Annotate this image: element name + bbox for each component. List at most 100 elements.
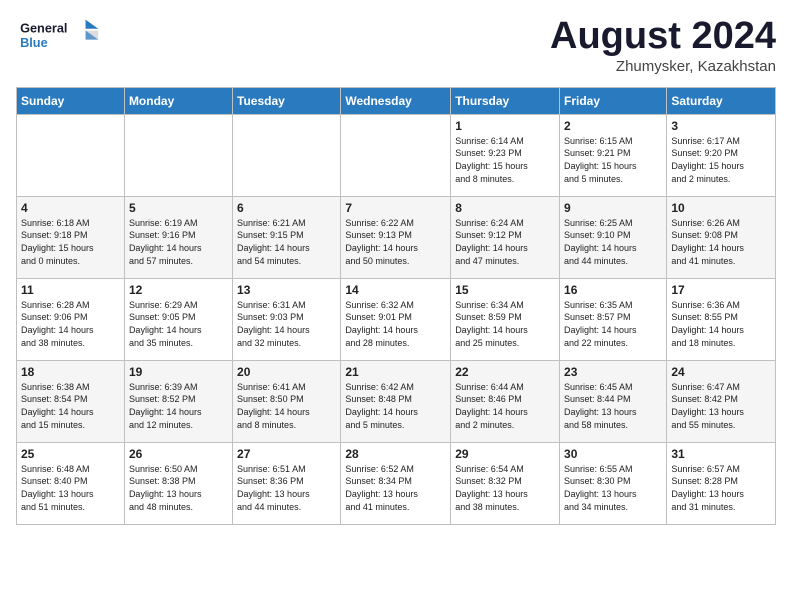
logo-icon: General Blue [16,16,106,56]
day-number: 13 [237,283,336,297]
calendar-day-cell [233,114,341,196]
calendar-day-cell: 31Sunrise: 6:57 AM Sunset: 8:28 PM Dayli… [667,442,776,524]
day-number: 9 [564,201,662,215]
day-number: 21 [345,365,446,379]
day-info: Sunrise: 6:15 AM Sunset: 9:21 PM Dayligh… [564,135,662,185]
calendar-week-row: 25 Sunrise: 6:48 AM Sunset: 8:40 PM Dayli… [17,442,776,524]
day-info: Sunrise: 6:50 AM Sunset: 8:38 PM Dayligh… [129,463,228,513]
day-number: 23 [564,365,662,379]
day-number: 8 [455,201,555,215]
calendar-day-cell: 26 Sunrise: 6:50 AM Sunset: 8:38 PM Dayli… [124,442,232,524]
day-info: Sunrise: 6:42 AM Sunset: 8:48 PM Dayligh… [345,381,446,431]
day-number: 16 [564,283,662,297]
day-info: Sunrise: 6:14 AM Sunset: 9:23 PM Dayligh… [455,135,555,185]
day-number: 28 [345,447,446,461]
calendar-day-cell: 14 Sunrise: 6:32 AM Sunset: 9:01 PM Dayli… [341,278,451,360]
day-info: Sunrise: 6:21 AM Sunset: 9:15 PM Dayligh… [237,217,336,267]
svg-text:Blue: Blue [20,35,48,50]
calendar-day-cell: 20 Sunrise: 6:41 AM Sunset: 8:50 PM Dayli… [233,360,341,442]
calendar-day-cell: 12 Sunrise: 6:29 AM Sunset: 9:05 PM Dayli… [124,278,232,360]
calendar-week-row: 11 Sunrise: 6:28 AM Sunset: 9:06 PM Dayli… [17,278,776,360]
day-number: 11 [21,283,120,297]
day-info: Sunrise: 6:38 AM Sunset: 8:54 PM Dayligh… [21,381,120,431]
day-info: Sunrise: 6:51 AM Sunset: 8:36 PM Dayligh… [237,463,336,513]
calendar-day-cell: 24Sunrise: 6:47 AM Sunset: 8:42 PM Dayli… [667,360,776,442]
day-number: 3 [671,119,771,133]
day-number: 29 [455,447,555,461]
calendar-day-cell: 27Sunrise: 6:51 AM Sunset: 8:36 PM Dayli… [233,442,341,524]
weekday-header-cell: Thursday [451,87,560,114]
day-number: 18 [21,365,120,379]
calendar-day-cell: 3 Sunrise: 6:17 AM Sunset: 9:20 PM Daylig… [667,114,776,196]
calendar-day-cell: 7 Sunrise: 6:22 AM Sunset: 9:13 PM Daylig… [341,196,451,278]
day-info: Sunrise: 6:31 AM Sunset: 9:03 PM Dayligh… [237,299,336,349]
calendar-day-cell: 1 Sunrise: 6:14 AM Sunset: 9:23 PM Daylig… [451,114,560,196]
day-number: 15 [455,283,555,297]
day-info: Sunrise: 6:26 AM Sunset: 9:08 PM Dayligh… [671,217,771,267]
day-number: 4 [21,201,120,215]
day-info: Sunrise: 6:52 AM Sunset: 8:34 PM Dayligh… [345,463,446,513]
calendar-day-cell: 18 Sunrise: 6:38 AM Sunset: 8:54 PM Dayli… [17,360,125,442]
logo: General Blue [16,16,106,56]
calendar-day-cell: 6 Sunrise: 6:21 AM Sunset: 9:15 PM Daylig… [233,196,341,278]
day-number: 30 [564,447,662,461]
calendar-day-cell: 22Sunrise: 6:44 AM Sunset: 8:46 PM Dayli… [451,360,560,442]
day-number: 7 [345,201,446,215]
day-info: Sunrise: 6:48 AM Sunset: 8:40 PM Dayligh… [21,463,120,513]
calendar-day-cell: 11 Sunrise: 6:28 AM Sunset: 9:06 PM Dayli… [17,278,125,360]
day-number: 26 [129,447,228,461]
day-info: Sunrise: 6:18 AM Sunset: 9:18 PM Dayligh… [21,217,120,267]
day-info: Sunrise: 6:54 AM Sunset: 8:32 PM Dayligh… [455,463,555,513]
svg-text:General: General [20,20,67,35]
calendar-day-cell: 29 Sunrise: 6:54 AM Sunset: 8:32 PM Dayli… [451,442,560,524]
month-title: August 2024 [550,16,776,58]
calendar-day-cell: 5 Sunrise: 6:19 AM Sunset: 9:16 PM Daylig… [124,196,232,278]
calendar-day-cell: 21 Sunrise: 6:42 AM Sunset: 8:48 PM Dayli… [341,360,451,442]
title-block: August 2024 Zhumysker, Kazakhstan [550,16,776,75]
calendar-day-cell: 25 Sunrise: 6:48 AM Sunset: 8:40 PM Dayli… [17,442,125,524]
day-number: 5 [129,201,228,215]
day-info: Sunrise: 6:22 AM Sunset: 9:13 PM Dayligh… [345,217,446,267]
day-info: Sunrise: 6:44 AM Sunset: 8:46 PM Dayligh… [455,381,555,431]
day-number: 10 [671,201,771,215]
day-number: 6 [237,201,336,215]
calendar-day-cell: 16Sunrise: 6:35 AM Sunset: 8:57 PM Dayli… [560,278,667,360]
day-info: Sunrise: 6:57 AM Sunset: 8:28 PM Dayligh… [671,463,771,513]
weekday-header-cell: Sunday [17,87,125,114]
day-info: Sunrise: 6:41 AM Sunset: 8:50 PM Dayligh… [237,381,336,431]
day-info: Sunrise: 6:17 AM Sunset: 9:20 PM Dayligh… [671,135,771,185]
weekday-header-cell: Monday [124,87,232,114]
calendar-day-cell: 13 Sunrise: 6:31 AM Sunset: 9:03 PM Dayli… [233,278,341,360]
calendar-week-row: 1 Sunrise: 6:14 AM Sunset: 9:23 PM Daylig… [17,114,776,196]
calendar-day-cell: 17 Sunrise: 6:36 AM Sunset: 8:55 PM Dayli… [667,278,776,360]
day-info: Sunrise: 6:55 AM Sunset: 8:30 PM Dayligh… [564,463,662,513]
day-info: Sunrise: 6:45 AM Sunset: 8:44 PM Dayligh… [564,381,662,431]
day-info: Sunrise: 6:28 AM Sunset: 9:06 PM Dayligh… [21,299,120,349]
calendar-week-row: 18 Sunrise: 6:38 AM Sunset: 8:54 PM Dayli… [17,360,776,442]
day-number: 17 [671,283,771,297]
calendar-day-cell [124,114,232,196]
weekday-header-cell: Friday [560,87,667,114]
day-info: Sunrise: 6:25 AM Sunset: 9:10 PM Dayligh… [564,217,662,267]
day-number: 1 [455,119,555,133]
day-info: Sunrise: 6:24 AM Sunset: 9:12 PM Dayligh… [455,217,555,267]
calendar-day-cell: 23 Sunrise: 6:45 AM Sunset: 8:44 PM Dayli… [560,360,667,442]
calendar-day-cell: 28 Sunrise: 6:52 AM Sunset: 8:34 PM Dayli… [341,442,451,524]
day-number: 12 [129,283,228,297]
calendar-table: SundayMondayTuesdayWednesdayThursdayFrid… [16,87,776,525]
day-info: Sunrise: 6:47 AM Sunset: 8:42 PM Dayligh… [671,381,771,431]
day-number: 14 [345,283,446,297]
day-info: Sunrise: 6:36 AM Sunset: 8:55 PM Dayligh… [671,299,771,349]
day-number: 25 [21,447,120,461]
day-info: Sunrise: 6:32 AM Sunset: 9:01 PM Dayligh… [345,299,446,349]
day-info: Sunrise: 6:29 AM Sunset: 9:05 PM Dayligh… [129,299,228,349]
calendar-day-cell: 30 Sunrise: 6:55 AM Sunset: 8:30 PM Dayli… [560,442,667,524]
calendar-day-cell [341,114,451,196]
day-info: Sunrise: 6:19 AM Sunset: 9:16 PM Dayligh… [129,217,228,267]
weekday-header-row: SundayMondayTuesdayWednesdayThursdayFrid… [17,87,776,114]
day-info: Sunrise: 6:39 AM Sunset: 8:52 PM Dayligh… [129,381,228,431]
calendar-day-cell: 15Sunrise: 6:34 AM Sunset: 8:59 PM Dayli… [451,278,560,360]
day-number: 20 [237,365,336,379]
day-number: 2 [564,119,662,133]
page-header: General Blue August 2024 Zhumysker, Kaza… [16,16,776,75]
